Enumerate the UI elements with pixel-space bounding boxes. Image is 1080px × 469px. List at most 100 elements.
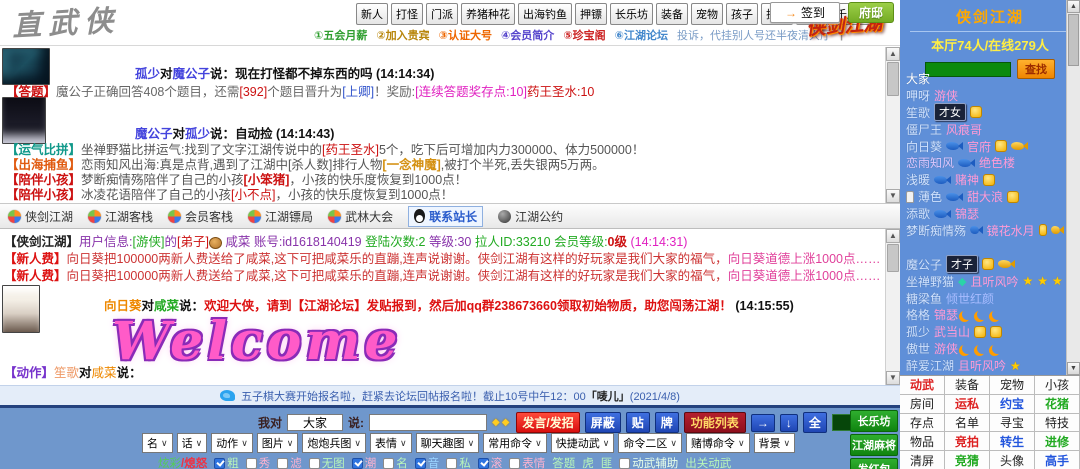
user-row[interactable]: 僵尸王 风痕哥 — [906, 121, 1064, 138]
pact-item[interactable]: 江湖公约 — [498, 208, 563, 225]
scroll-down-icon[interactable]: ▼ — [886, 189, 900, 203]
scroll-track[interactable] — [886, 273, 900, 371]
option-checkbox[interactable]: 潮 — [351, 455, 376, 469]
option-link[interactable]: 出关动武 — [685, 455, 731, 469]
checkbox-icon[interactable] — [351, 458, 363, 469]
composer-select[interactable]: 背景 ∨ — [753, 433, 796, 453]
header-link[interactable]: ③认证大号 — [439, 27, 492, 43]
scroll-down-icon[interactable]: ▼ — [1067, 362, 1080, 375]
function-list-button[interactable]: 功能列表 — [683, 412, 746, 433]
user-row[interactable]: 魔公子 才子 — [906, 255, 1064, 274]
checkbox-icon[interactable] — [245, 458, 257, 469]
grid-command[interactable]: 转生 — [990, 432, 1035, 452]
navbar-item[interactable]: 江湖镖局 — [248, 208, 313, 225]
grid-command[interactable]: 宠物 — [990, 376, 1035, 395]
header-link[interactable]: ①五会月薪 — [314, 27, 367, 43]
grid-command[interactable]: 运私 — [945, 394, 990, 414]
composer-select[interactable]: 命令二区 ∨ — [618, 433, 682, 453]
scroll-up-icon[interactable]: ▲ — [886, 229, 900, 243]
scroll-up-icon[interactable]: ▲ — [1067, 0, 1080, 13]
checkbox-icon[interactable] — [214, 458, 226, 469]
composer-select[interactable]: 快捷动武 ∨ — [550, 433, 615, 453]
scroll-thumb[interactable] — [1068, 14, 1079, 66]
green-room-button[interactable]: 江湖麻将 — [850, 434, 898, 456]
grid-command[interactable]: 房间 — [900, 394, 945, 414]
option-link[interactable]: 答题 — [552, 455, 575, 469]
header-link[interactable]: ④会员简介 — [501, 27, 554, 43]
scroll-thumb[interactable] — [887, 62, 899, 96]
grid-command[interactable]: 花猪 — [1035, 394, 1080, 414]
option-checkbox[interactable]: 滤 — [277, 455, 302, 469]
composer-select[interactable]: 聊天趣图 ∨ — [415, 433, 480, 453]
menu-button[interactable]: 孩子 — [726, 3, 758, 25]
checkbox-icon[interactable] — [619, 458, 631, 469]
navbar-item[interactable]: 江湖客栈 — [88, 208, 153, 225]
card-button[interactable]: 牌 — [654, 412, 679, 433]
menu-button[interactable]: 新人 — [356, 3, 388, 25]
grid-command[interactable]: 高手 — [1035, 451, 1080, 469]
grid-command[interactable]: 头像 — [990, 451, 1035, 469]
all-button[interactable]: 全 — [802, 412, 827, 433]
menu-button[interactable]: 出海钓鱼 — [518, 3, 572, 25]
checkbox-icon[interactable] — [477, 458, 489, 469]
chat-top-scrollbar[interactable]: ▲ ▼ — [885, 47, 900, 203]
option-checkbox[interactable]: 音 — [414, 455, 439, 469]
grid-command[interactable]: 寻宝 — [990, 413, 1035, 433]
composer-select[interactable]: 话 ∨ — [176, 433, 208, 453]
message-input[interactable] — [369, 414, 488, 431]
menu-button[interactable]: 养猪种花 — [461, 3, 515, 25]
option-link[interactable]: 虎 — [582, 455, 594, 469]
user-row[interactable]: 向日葵 官府 — [906, 138, 1064, 155]
user-row[interactable]: 孤少 武当山 — [906, 323, 1064, 340]
grid-command[interactable]: 进修 — [1035, 432, 1080, 452]
green-room-button[interactable]: 发红包 — [850, 458, 898, 469]
grid-command[interactable]: 名单 — [945, 413, 990, 433]
user-row[interactable]: 呷呀 游侠 — [906, 87, 1064, 104]
option-checkbox[interactable]: 名 — [383, 455, 408, 469]
menu-button[interactable]: 长乐坊 — [610, 3, 653, 25]
option-checkbox[interactable]: 秀 — [245, 455, 270, 469]
user-row[interactable]: 傲世 游侠 — [906, 340, 1064, 357]
user-row[interactable]: 坐禅野猫 ◆ 且听风吟 ★ ★ ★ — [906, 273, 1064, 290]
checkbox-icon[interactable] — [277, 458, 289, 469]
sign-in-button[interactable]: → 签到 — [770, 2, 840, 23]
composer-select[interactable]: 常用命令 ∨ — [483, 433, 547, 453]
paste-button[interactable]: 贴 — [625, 412, 650, 433]
grid-command[interactable]: 动武 — [900, 376, 945, 395]
checkbox-icon[interactable] — [446, 458, 458, 469]
user-row[interactable]: 薄色 甜大浪 — [906, 188, 1064, 205]
composer-select[interactable]: 表情 ∨ — [369, 433, 412, 453]
grid-command[interactable]: 竞拍 — [945, 432, 990, 452]
navbar-item[interactable]: 武林大会 — [328, 208, 393, 225]
checkbox-icon[interactable] — [308, 458, 320, 469]
option-checkbox[interactable]: 动武辅助 — [619, 455, 678, 469]
checkbox-icon[interactable] — [509, 458, 521, 469]
mansion-button[interactable]: 府邸 — [848, 2, 894, 23]
menu-button[interactable]: 押镖 — [575, 3, 607, 25]
grid-command[interactable]: 装备 — [945, 376, 990, 395]
scroll-up-icon[interactable]: ▲ — [886, 47, 900, 61]
arrow-right-button[interactable]: → — [750, 413, 775, 432]
header-link[interactable]: ⑤珍宝阁 — [563, 27, 605, 43]
arrow-down-button[interactable]: ↓ — [779, 413, 798, 432]
menu-button[interactable]: 装备 — [656, 3, 688, 25]
send-button[interactable]: 发言/发招 — [516, 412, 580, 433]
user-row[interactable]: 格格 锦瑟 — [906, 306, 1064, 323]
composer-select[interactable]: 动作 ∨ — [211, 433, 253, 453]
grid-command[interactable]: 清屏 — [900, 451, 945, 469]
header-link[interactable]: ②加入贵宾 — [376, 27, 429, 43]
menu-button[interactable]: 宠物 — [691, 3, 723, 25]
option-checkbox[interactable]: 滚 — [477, 455, 502, 469]
grid-command[interactable]: 特技 — [1035, 413, 1080, 433]
contact-admin-button[interactable]: 联系站长 — [408, 205, 484, 227]
user-row[interactable]: 醉爱江湖 且听风吟 ★ — [906, 357, 1064, 374]
scroll-track[interactable] — [886, 97, 900, 189]
composer-select[interactable]: 赌博命令 ∨ — [685, 433, 750, 453]
grid-command[interactable]: 竞猜 — [945, 451, 990, 469]
user-row[interactable]: 大家 — [906, 70, 1064, 87]
user-list-scrollbar[interactable]: ▲ ▼ — [1066, 0, 1080, 375]
option-link[interactable]: 匪 — [601, 455, 613, 469]
option-checkbox[interactable]: 表情 — [509, 455, 545, 469]
scroll-track[interactable] — [1067, 67, 1080, 362]
checkbox-icon[interactable] — [414, 458, 426, 469]
